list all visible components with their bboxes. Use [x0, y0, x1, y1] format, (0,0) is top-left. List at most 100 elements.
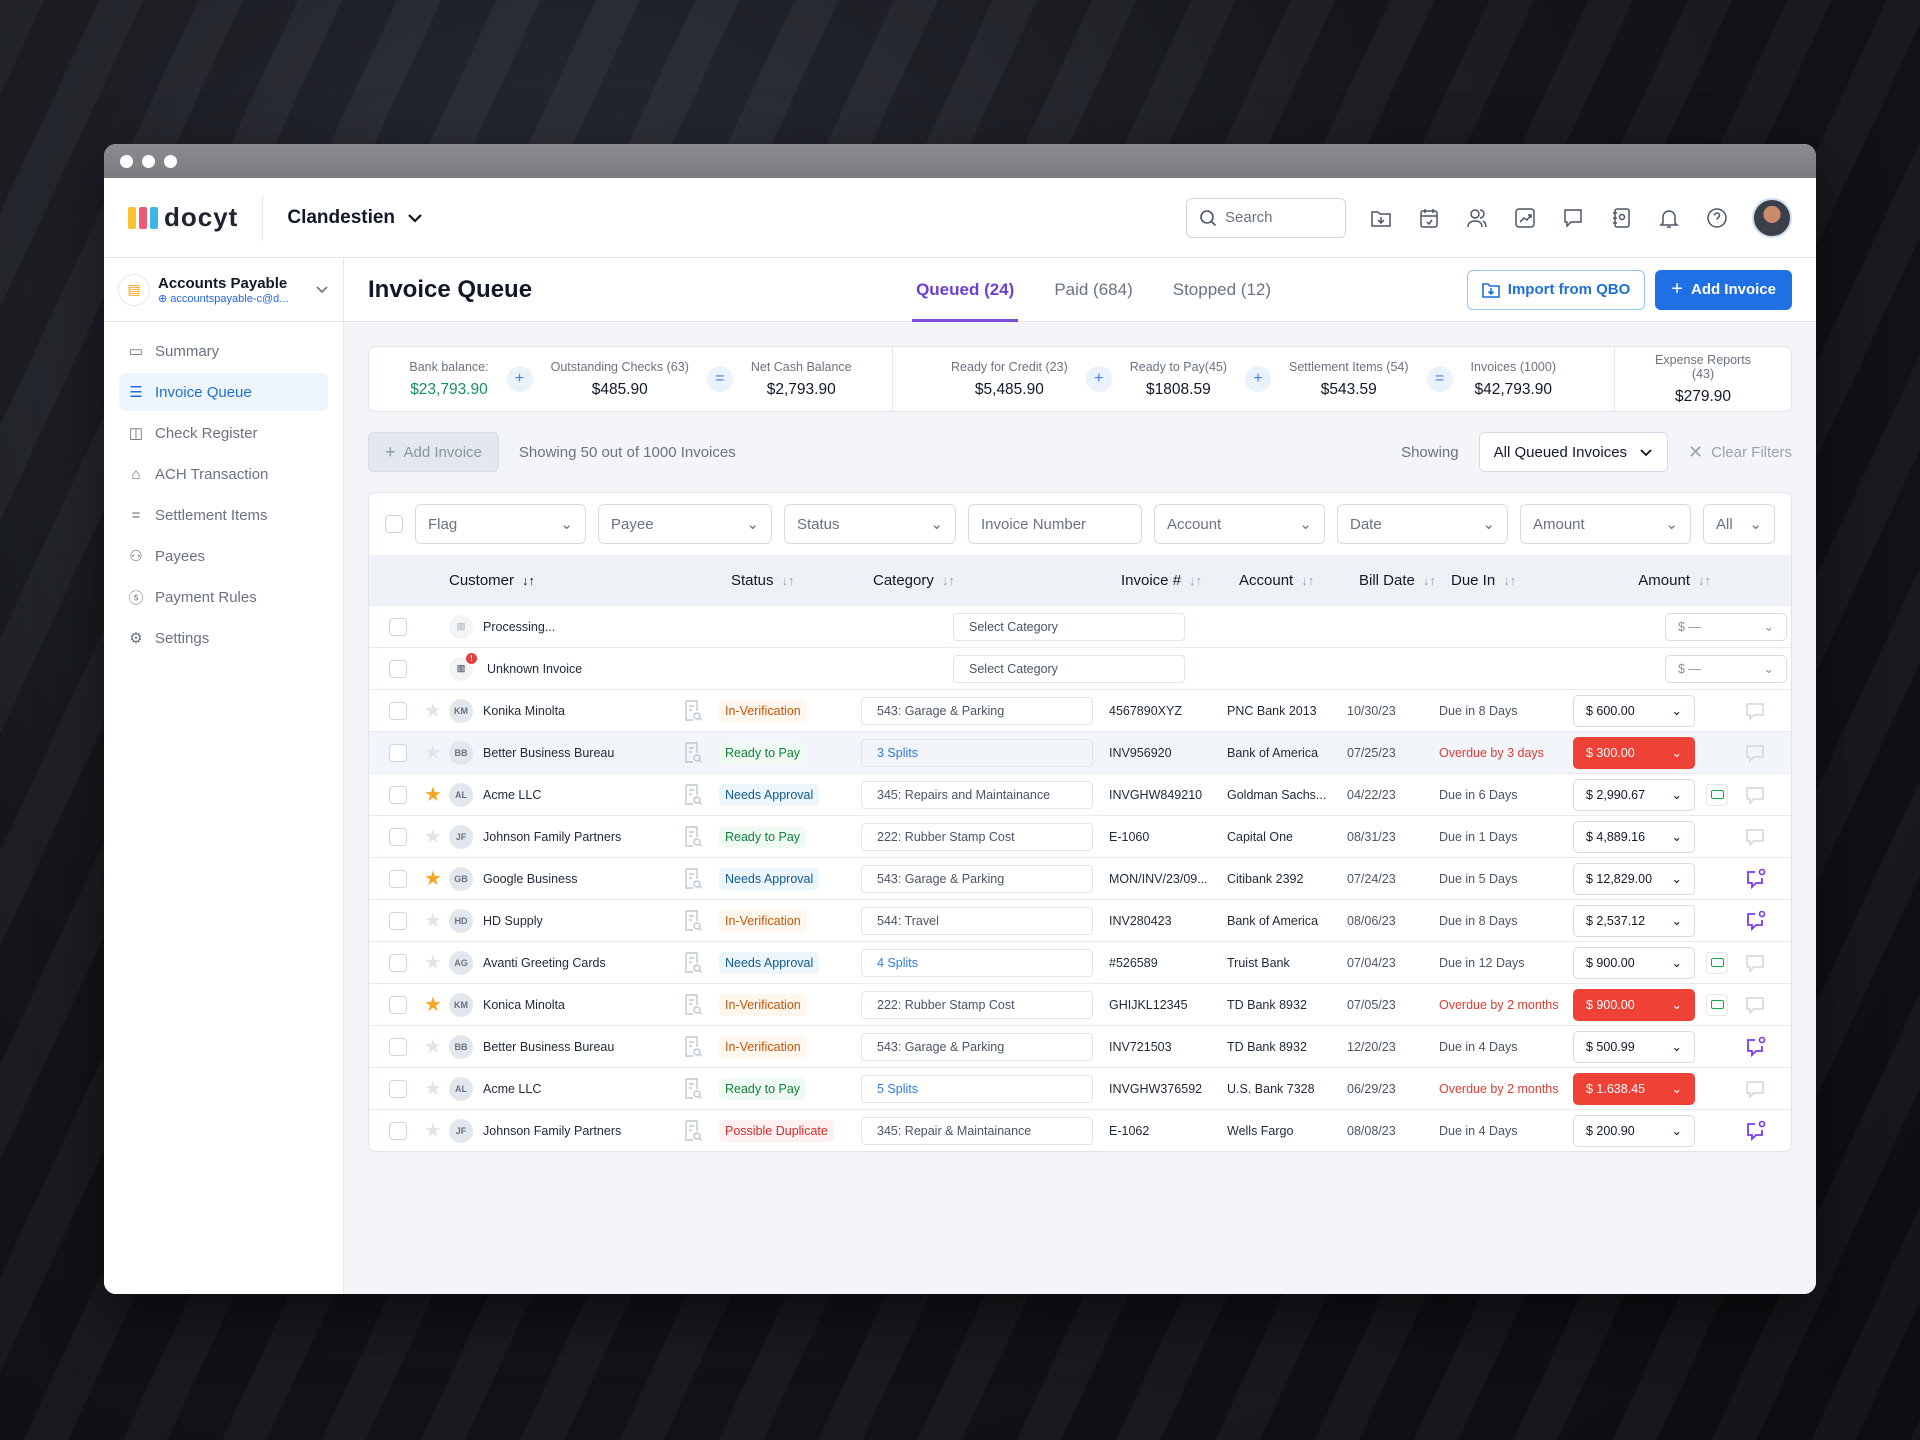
import-from-qbo-button[interactable]: Import from QBO	[1466, 269, 1646, 310]
star-icon[interactable]: ★	[417, 824, 449, 849]
sidebar-item-summary[interactable]: ▭ Summary	[119, 332, 328, 370]
star-icon[interactable]: ★	[417, 1034, 449, 1059]
category-select[interactable]: 4 Splits	[861, 948, 1093, 977]
category-select[interactable]: 222: Rubber Stamp Cost	[861, 990, 1093, 1019]
row-checkbox[interactable]	[389, 911, 407, 930]
chart-icon[interactable]	[1512, 205, 1538, 231]
star-icon[interactable]: ★	[417, 1118, 449, 1143]
customer-name[interactable]: Acme LLC	[483, 1082, 541, 1096]
tab-stopped[interactable]: Stopped (12)	[1169, 258, 1275, 322]
customer-name[interactable]: Johnson Family Partners	[483, 1124, 621, 1138]
sidebar-item-settlement-items[interactable]: = Settlement Items	[119, 496, 328, 534]
amount-select[interactable]: $ — ⌄	[1665, 654, 1787, 683]
document-search-icon[interactable]	[683, 783, 703, 806]
table-row[interactable]: ★ AL Acme LLC Needs Approval 345: Repairs an…	[369, 773, 1791, 815]
star-icon[interactable]: ★	[417, 698, 449, 723]
category-select[interactable]: Select Category	[953, 612, 1185, 641]
account-filter[interactable]: Account ⌄	[1154, 504, 1325, 544]
chat-unread-icon[interactable]	[1744, 868, 1766, 890]
customer-name[interactable]: Johnson Family Partners	[483, 830, 621, 844]
window-minimize-button[interactable]	[142, 154, 155, 168]
column-category[interactable]: Category ↓↑	[873, 572, 1121, 589]
amount-select[interactable]: $ 300.00 ⌄	[1573, 736, 1695, 769]
table-row[interactable]: ★ KM Konika Minolta In-Verification 543: Gar…	[369, 689, 1791, 731]
amount-select[interactable]: $ 900.00 ⌄	[1573, 946, 1695, 979]
row-checkbox[interactable]	[389, 827, 407, 846]
document-search-icon[interactable]	[683, 1035, 703, 1058]
amount-select[interactable]: $ 12,829.00 ⌄	[1573, 862, 1695, 895]
window-close-button[interactable]	[120, 154, 133, 168]
amount-select[interactable]: $ 1.638.45 ⌄	[1573, 1072, 1695, 1105]
chat-icon[interactable]	[1744, 994, 1766, 1016]
row-checkbox[interactable]	[389, 995, 407, 1014]
category-select[interactable]: 3 Splits	[861, 738, 1093, 767]
table-row[interactable]: ★ GB Google Business Needs Approval 543: Gar…	[369, 857, 1791, 899]
payment-method-icon[interactable]	[1706, 993, 1728, 1016]
star-icon[interactable]: ★	[417, 782, 449, 807]
customer-name[interactable]: HD Supply	[483, 914, 543, 928]
customer-name[interactable]: Google Business	[483, 872, 578, 886]
amount-select[interactable]: $ 900.00 ⌄	[1573, 988, 1695, 1021]
clear-filters-button[interactable]: ✕ Clear Filters	[1688, 442, 1792, 463]
column-invoice-number[interactable]: Invoice # ↓↑	[1121, 572, 1239, 589]
all-filter[interactable]: All ⌄	[1703, 504, 1775, 544]
row-checkbox[interactable]	[389, 1121, 407, 1140]
document-search-icon[interactable]	[683, 741, 703, 764]
column-amount[interactable]: Amount ↓↑	[1585, 572, 1711, 589]
select-all-checkbox[interactable]	[385, 515, 403, 533]
table-row[interactable]: ★ AL Acme LLC Ready to Pay 5 Splits INVGHW376…	[369, 1067, 1791, 1109]
column-bill-date[interactable]: Bill Date ↓↑	[1359, 572, 1451, 589]
chat-icon[interactable]	[1744, 742, 1766, 764]
chat-icon[interactable]	[1560, 205, 1586, 231]
category-select[interactable]: Select Category	[953, 654, 1185, 683]
row-checkbox[interactable]	[389, 659, 407, 678]
category-select[interactable]: 222: Rubber Stamp Cost	[861, 822, 1093, 851]
user-avatar[interactable]	[1752, 197, 1792, 238]
amount-select[interactable]: $ 2,537.12 ⌄	[1573, 904, 1695, 937]
document-search-icon[interactable]	[683, 909, 703, 932]
chat-icon[interactable]	[1744, 1078, 1766, 1100]
company-selector[interactable]: Clandestien	[287, 207, 423, 229]
bell-icon[interactable]	[1656, 205, 1682, 231]
row-checkbox[interactable]	[389, 743, 407, 762]
category-select[interactable]: 543: Garage & Parking	[861, 696, 1093, 725]
chat-icon[interactable]	[1744, 700, 1766, 722]
customer-name[interactable]: Avanti Greeting Cards	[483, 956, 606, 970]
table-row[interactable]: ★ HD HD Supply In-Verification 544: Travel IN…	[369, 899, 1791, 941]
category-select[interactable]: 5 Splits	[861, 1074, 1093, 1103]
row-checkbox[interactable]	[389, 617, 407, 636]
row-checkbox[interactable]	[389, 701, 407, 720]
sidebar-item-check-register[interactable]: ◫ Check Register	[119, 414, 328, 452]
star-icon[interactable]: ★	[417, 866, 449, 891]
status-filter[interactable]: Status ⌄	[784, 504, 956, 544]
table-row[interactable]: ★ BB Better Business Bureau Ready to Pay 3 S…	[369, 731, 1791, 773]
star-icon[interactable]: ★	[417, 950, 449, 975]
column-customer[interactable]: Customer ↓↑	[449, 572, 731, 589]
payment-method-icon[interactable]	[1706, 951, 1728, 974]
table-row[interactable]: ★ BB Better Business Bureau In-Verification…	[369, 1025, 1791, 1067]
chat-unread-icon[interactable]	[1744, 1036, 1766, 1058]
sidebar-item-ach-transaction[interactable]: ⌂ ACH Transaction	[119, 455, 328, 493]
table-row[interactable]: ★ JF Johnson Family Partners Possible Dupli…	[369, 1109, 1791, 1151]
column-due-in[interactable]: Due In ↓↑	[1451, 572, 1585, 589]
table-row-unknown[interactable]: ▥! Unknown Invoice Select Category $ — ⌄	[369, 647, 1791, 689]
column-status[interactable]: Status ↓↑	[731, 572, 873, 589]
amount-select[interactable]: $ 600.00 ⌄	[1573, 694, 1695, 727]
amount-select[interactable]: $ 4,889.16 ⌄	[1573, 820, 1695, 853]
customer-name[interactable]: Konika Minolta	[483, 704, 565, 718]
category-select[interactable]: 345: Repair & Maintainance	[861, 1116, 1093, 1145]
view-select[interactable]: All Queued Invoices	[1478, 432, 1669, 472]
amount-select[interactable]: $ — ⌄	[1665, 612, 1787, 641]
chat-icon[interactable]	[1744, 784, 1766, 806]
amount-select[interactable]: $ 2,990.67 ⌄	[1573, 778, 1695, 811]
row-checkbox[interactable]	[389, 785, 407, 804]
row-checkbox[interactable]	[389, 1079, 407, 1098]
document-search-icon[interactable]	[683, 993, 703, 1016]
star-icon[interactable]: ★	[417, 992, 449, 1017]
date-filter[interactable]: Date ⌄	[1337, 504, 1508, 544]
document-search-icon[interactable]	[683, 699, 703, 722]
table-row[interactable]: ★ AG Avanti Greeting Cards Needs Approval 4 …	[369, 941, 1791, 983]
calendar-check-icon[interactable]	[1416, 205, 1442, 231]
payee-filter[interactable]: Payee ⌄	[598, 504, 772, 544]
star-icon[interactable]: ★	[417, 908, 449, 933]
